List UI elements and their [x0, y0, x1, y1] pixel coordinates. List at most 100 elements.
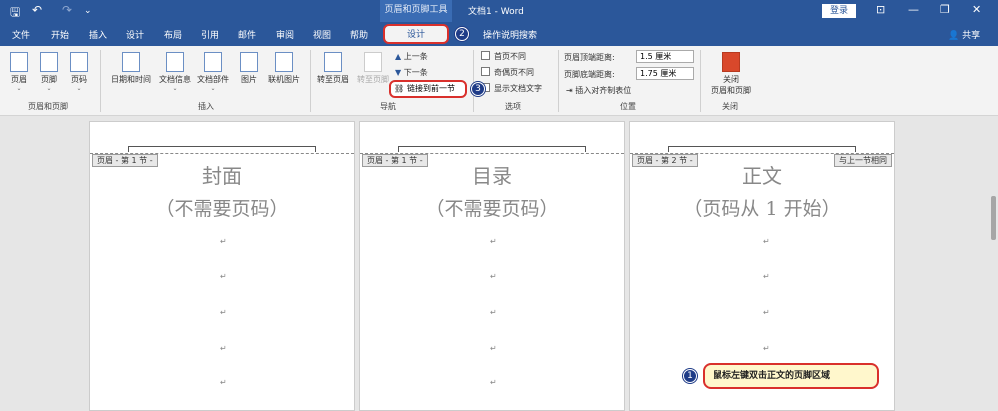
tab-insert[interactable]: 插入 — [89, 28, 107, 41]
align-tab-label: 插入对齐制表位 — [575, 86, 632, 95]
next-label: 下一条 — [403, 68, 428, 77]
picture-button[interactable]: 图片 — [236, 52, 262, 85]
page-number-button[interactable]: 页码 ⌄ — [68, 52, 90, 92]
save-icon[interactable]: 🖫 — [10, 3, 20, 24]
close-window-icon[interactable]: ✕ — [972, 3, 981, 16]
login-button[interactable]: 登录 — [822, 4, 856, 18]
close-header-footer-button[interactable]: 关闭 页眉和页脚 — [706, 52, 756, 96]
insert-align-tab-button[interactable]: ⇥ 插入对齐制表位 — [566, 85, 631, 96]
share-label: 共享 — [962, 31, 981, 41]
header-line — [668, 146, 856, 152]
step-badge-3: 3 — [471, 82, 485, 96]
page-heading: 正文 — [742, 164, 782, 188]
tab-design-hf[interactable]: 设计 — [383, 24, 449, 44]
paragraph-mark: ↵ — [490, 378, 497, 387]
link-to-previous-label: 链接到前一节 — [407, 84, 455, 93]
date-time-button[interactable]: 日期和时间 — [108, 52, 154, 85]
paragraph-mark: ↵ — [763, 344, 770, 353]
online-picture-icon — [275, 52, 293, 72]
header-distance-input[interactable]: 1.5 厘米 — [636, 50, 694, 63]
footer-button[interactable]: 页脚 ⌄ — [38, 52, 60, 92]
page-subtitle: （不需要页码） — [155, 198, 289, 220]
paragraph-mark: ↵ — [490, 344, 497, 353]
diff-first-page-label: 首页不同 — [494, 52, 526, 61]
share-button[interactable]: 👤 共享 — [948, 28, 980, 41]
goto-header-label: 转至页眉 — [317, 75, 349, 84]
up-arrow-icon: ▲ — [395, 52, 404, 61]
tab-layout[interactable]: 布局 — [164, 28, 182, 41]
previous-button[interactable]: ▲ 上一条 — [395, 51, 428, 62]
doc-info-icon — [166, 52, 184, 72]
header-button[interactable]: 页眉 ⌄ — [8, 52, 30, 92]
paragraph-mark: ↵ — [490, 308, 497, 317]
diff-first-page-option[interactable]: 首页不同 — [481, 51, 526, 62]
date-time-label: 日期和时间 — [111, 75, 151, 84]
redo-icon[interactable]: ↷ — [62, 3, 72, 17]
footer-distance-input[interactable]: 1.75 厘米 — [636, 67, 694, 80]
doc-info-button[interactable]: 文档信息 ⌄ — [157, 52, 193, 92]
restore-icon[interactable]: ❐ — [940, 3, 950, 16]
paragraph-mark: ↵ — [763, 272, 770, 281]
ribbon-display-icon[interactable]: ⊡ — [876, 3, 885, 16]
tab-view[interactable]: 视图 — [313, 28, 331, 41]
picture-label: 图片 — [241, 75, 257, 84]
page-cover[interactable]: 页眉 - 第 1 节 - 封面 （不需要页码） ↵ ↵ ↵ ↵ ↵ — [89, 121, 355, 411]
group-separator — [558, 50, 559, 112]
step-badge-2: 2 — [455, 27, 469, 41]
tab-home[interactable]: 开始 — [51, 28, 69, 41]
group-separator — [700, 50, 701, 112]
calendar-icon — [122, 52, 140, 72]
show-doc-text-label: 显示文档文字 — [494, 84, 542, 93]
picture-icon — [240, 52, 258, 72]
tab-file[interactable]: 文件 — [12, 28, 30, 41]
align-tab-icon: ⇥ — [566, 86, 576, 95]
tab-help[interactable]: 帮助 — [350, 28, 368, 41]
paragraph-mark: ↵ — [220, 237, 227, 246]
undo-icon[interactable]: ↶ — [32, 3, 42, 17]
customize-qa-icon[interactable]: ⌄ — [84, 6, 92, 16]
link-to-previous-button[interactable]: ⛓ 链接到前一节 — [389, 80, 467, 98]
footer-label: 页脚 — [41, 75, 57, 84]
next-button[interactable]: ▼ 下一条 — [395, 67, 428, 78]
document-title: 文档1 - Word — [468, 7, 524, 17]
header-icon — [10, 52, 28, 72]
page-number-label: 页码 — [71, 75, 87, 84]
context-tools-title: 页眉和页脚工具 — [380, 0, 452, 22]
paragraph-mark: ↵ — [490, 237, 497, 246]
group-label-close: 关闭 — [722, 102, 738, 111]
down-arrow-icon: ▼ — [395, 68, 404, 77]
ribbon-tabs: 文件 开始 插入 设计 布局 引用 邮件 审阅 视图 帮助 操作说明搜索 👤 共… — [0, 22, 998, 46]
vertical-scrollbar[interactable] — [988, 116, 998, 400]
quick-parts-button[interactable]: 文档部件 ⌄ — [195, 52, 231, 92]
close-red-icon — [722, 52, 740, 72]
help-search[interactable]: 操作说明搜索 — [483, 28, 537, 41]
paragraph-mark: ↵ — [220, 308, 227, 317]
goto-footer-icon — [364, 52, 382, 72]
goto-footer-button[interactable]: 转至页脚 — [354, 52, 392, 85]
scroll-thumb[interactable] — [991, 196, 996, 240]
goto-footer-label: 转至页脚 — [357, 75, 389, 84]
group-label-position: 位置 — [620, 102, 636, 111]
tab-review[interactable]: 审阅 — [276, 28, 294, 41]
group-separator — [473, 50, 474, 112]
checkbox[interactable] — [481, 67, 490, 76]
show-doc-text-option[interactable]: 显示文档文字 — [481, 83, 542, 94]
goto-header-button[interactable]: 转至页眉 — [314, 52, 352, 85]
page-subtitle: （页码从 1 开始） — [683, 198, 841, 220]
paragraph-mark: ↵ — [220, 378, 227, 387]
quick-parts-label: 文档部件 — [197, 75, 229, 84]
goto-header-icon — [324, 52, 342, 72]
close-header-footer-label: 关闭 页眉和页脚 — [711, 75, 751, 95]
group-label-insert: 插入 — [198, 102, 214, 111]
online-picture-button[interactable]: 联机图片 — [264, 52, 304, 85]
group-separator — [100, 50, 101, 112]
ribbon: 页眉 ⌄ 页脚 ⌄ 页码 ⌄ 页眉和页脚 日期和时间 文档信息 ⌄ 文档部件 ⌄ 图片 联… — [0, 46, 998, 116]
diff-odd-even-option[interactable]: 奇偶页不同 — [481, 67, 534, 78]
page-toc[interactable]: 页眉 - 第 1 节 - 目录 （不需要页码） ↵ ↵ ↵ ↵ ↵ — [359, 121, 625, 411]
tab-design-doc[interactable]: 设计 — [126, 28, 144, 41]
tab-mailings[interactable]: 邮件 — [238, 28, 256, 41]
tab-references[interactable]: 引用 — [201, 28, 219, 41]
minimize-icon[interactable]: — — [908, 3, 919, 16]
paragraph-mark: ↵ — [490, 272, 497, 281]
checkbox[interactable] — [481, 51, 490, 60]
